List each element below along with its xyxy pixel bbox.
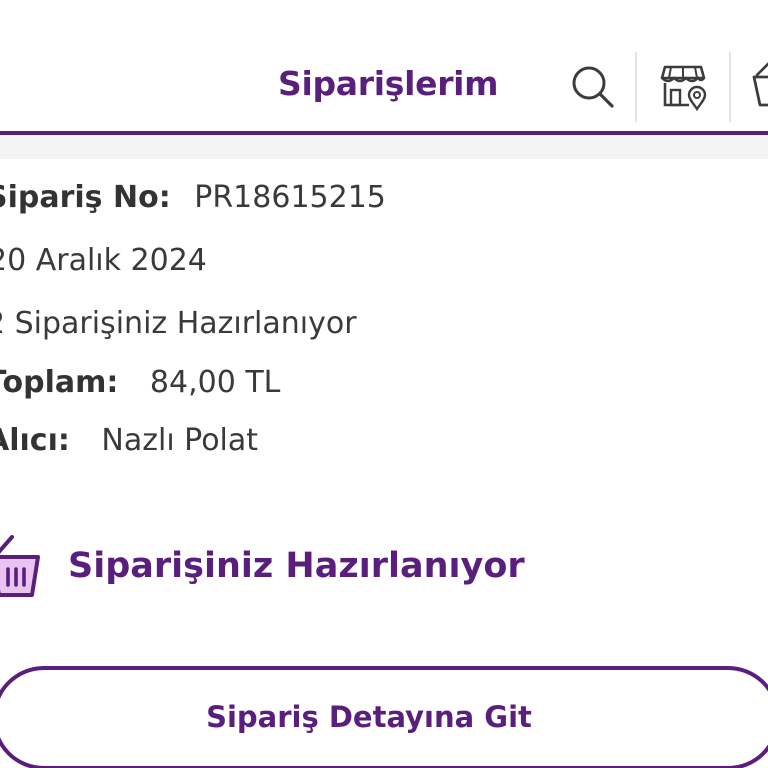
header-divider [635, 52, 637, 122]
basket-icon [0, 535, 40, 597]
store-location-icon [660, 65, 707, 111]
order-date: 20 Aralık 2024 [0, 243, 207, 278]
order-total-row: Toplam: 84,00 TL [0, 365, 280, 400]
order-number-row: Sipariş No: PR18615215 [0, 180, 386, 215]
order-number-label: Sipariş No: [0, 180, 171, 215]
basket-icon [752, 62, 768, 107]
orders-page: Siparişlerim Sipariş No: PR18615215 20 A… [0, 0, 768, 768]
order-total-label: Toplam: [0, 365, 119, 400]
header-divider [729, 52, 731, 122]
store-locator-button[interactable] [654, 56, 714, 116]
order-status-block: Siparişiniz Hazırlanıyor [0, 530, 525, 602]
order-detail-button[interactable]: Sipariş Detayına Git [0, 666, 768, 768]
search-button[interactable] [562, 56, 622, 116]
page-title: Siparişlerim [278, 64, 499, 103]
search-icon [572, 66, 614, 108]
section-separator [0, 135, 768, 159]
recipient-label: Alıcı: [0, 423, 70, 458]
recipient-value: Nazlı Polat [101, 423, 259, 458]
basket-button[interactable] [746, 56, 768, 116]
top-header: Siparişlerim [0, 0, 768, 131]
order-detail-button-label: Sipariş Detayına Git [206, 700, 532, 734]
order-total-value: 84,00 TL [149, 365, 281, 400]
order-number-value: PR18615215 [194, 180, 386, 215]
recipient-row: Alıcı: Nazlı Polat [0, 423, 258, 458]
order-status-text: Siparişiniz Hazırlanıyor [68, 546, 525, 586]
order-status-line: 2 Siparişiniz Hazırlanıyor [0, 306, 357, 341]
